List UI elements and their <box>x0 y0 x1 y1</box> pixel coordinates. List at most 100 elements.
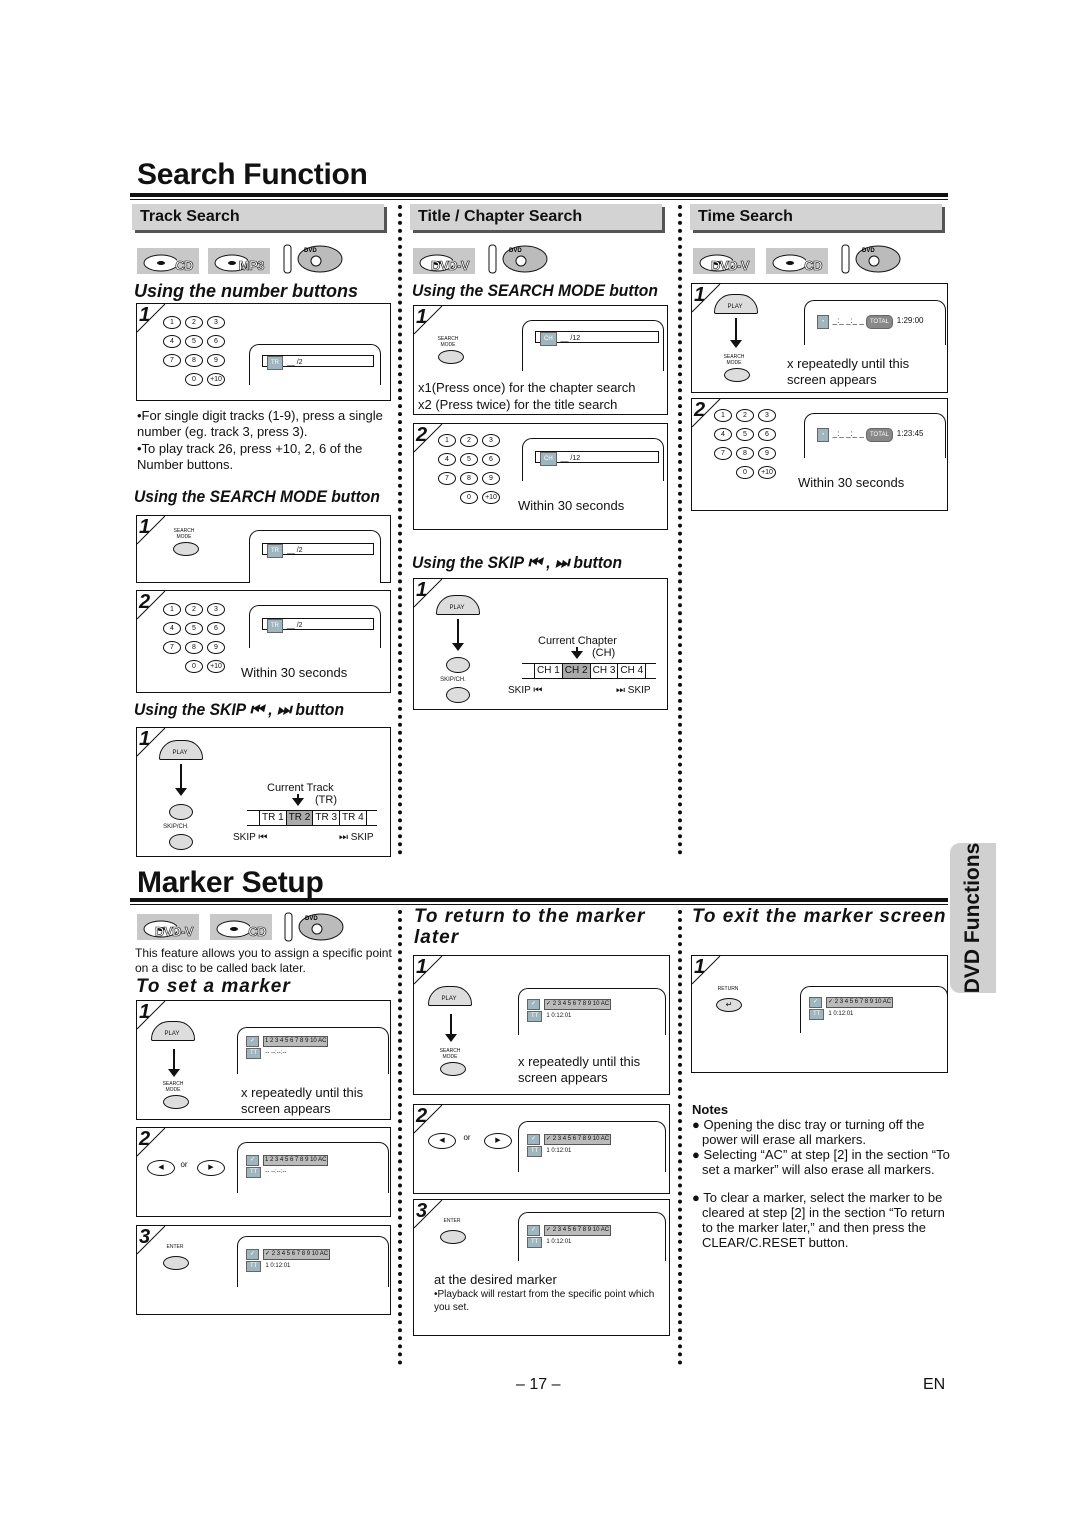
tv-screen: ◔ _:_ _:_ _ TOTAL 1:23:45 <box>804 413 946 458</box>
number-key-9[interactable]: 9 <box>758 447 776 460</box>
skip-label: SKIP/CH. <box>440 677 466 683</box>
number-key-5[interactable]: 5 <box>736 428 754 441</box>
step-box: 3 ENTER ✓ ✓ 2 3 4 5 6 7 8 9 10 AC TT 1 0:1… <box>413 1199 670 1336</box>
number-key-7[interactable]: 7 <box>714 447 732 460</box>
step-number: 1 <box>139 728 151 750</box>
page-title: Search Function <box>137 158 368 191</box>
search-mode-button[interactable] <box>440 1062 466 1076</box>
instruction-line: x2 (Press twice) for the title search <box>418 397 618 412</box>
number-key-8[interactable]: 8 <box>460 472 478 485</box>
tv-screen: CH __ /12 <box>522 320 664 371</box>
number-key-3[interactable]: 3 <box>207 316 225 329</box>
number-key-1[interactable]: 1 <box>163 316 181 329</box>
play-label: PLAY <box>727 304 743 310</box>
skip-next-button[interactable] <box>446 657 470 673</box>
number-key-1[interactable]: 1 <box>714 409 732 422</box>
arrow-down-icon <box>168 1049 180 1077</box>
number-key-plus10[interactable]: +10 <box>482 491 500 504</box>
number-key-7[interactable]: 7 <box>163 641 181 654</box>
number-key-5[interactable]: 5 <box>460 453 478 466</box>
tv-screen: TR __ /2 <box>249 530 381 583</box>
number-key-3[interactable]: 3 <box>758 409 776 422</box>
number-key-4[interactable]: 4 <box>163 335 181 348</box>
skip-back-label: SKIP ⏮ <box>233 832 268 843</box>
search-mode-label: SEARCH MODE <box>162 1081 184 1093</box>
number-key-8[interactable]: 8 <box>185 641 203 654</box>
number-key-1[interactable]: 1 <box>163 603 181 616</box>
strip-cell: CH 4 <box>618 664 647 678</box>
title-rule-thin <box>130 199 948 200</box>
arrow-down-icon <box>292 794 304 806</box>
number-key-9[interactable]: 9 <box>207 354 225 367</box>
play-label: PLAY <box>441 996 457 1002</box>
enter-label: ENTER <box>166 1244 184 1250</box>
skip-next-button[interactable] <box>169 804 193 820</box>
skip-prev-button[interactable] <box>446 687 470 703</box>
column-divider <box>678 205 682 855</box>
enter-button[interactable] <box>440 1230 466 1244</box>
number-key-6[interactable]: 6 <box>207 622 225 635</box>
return-button[interactable]: ↵ <box>716 998 742 1012</box>
subsection-title: Using the SEARCH MODE button <box>134 487 380 506</box>
number-key-6[interactable]: 6 <box>482 453 500 466</box>
left-arrow-button[interactable]: ◀ <box>428 1133 456 1149</box>
number-key-7[interactable]: 7 <box>438 472 456 485</box>
step-box: 2 1 2 3 4 5 6 7 8 9 0 +10 TR __ /2 Within 30 second… <box>136 590 391 693</box>
chapter-strip: CH 1 CH 2 CH 3 CH 4 <box>522 663 657 679</box>
caption: x repeatedly until this screen appears <box>787 356 910 387</box>
search-mode-button[interactable] <box>163 1095 189 1109</box>
number-key-7[interactable]: 7 <box>163 354 181 367</box>
right-arrow-button[interactable]: ▶ <box>197 1160 225 1176</box>
number-key-4[interactable]: 4 <box>163 622 181 635</box>
step-number: 3 <box>416 1200 428 1222</box>
caption: Within 30 seconds <box>241 665 348 680</box>
number-key-5[interactable]: 5 <box>185 335 203 348</box>
number-key-6[interactable]: 6 <box>207 335 225 348</box>
clock-icon: ◔ <box>817 315 829 329</box>
number-key-plus10[interactable]: +10 <box>207 373 225 386</box>
number-key-9[interactable]: 9 <box>207 641 225 654</box>
strip-cell: TR 1 <box>259 811 287 825</box>
right-arrow-button[interactable]: ▶ <box>484 1133 512 1149</box>
number-key-4[interactable]: 4 <box>438 453 456 466</box>
number-key-0[interactable]: 0 <box>185 373 203 386</box>
search-mode-button[interactable] <box>438 350 464 364</box>
number-key-5[interactable]: 5 <box>185 622 203 635</box>
number-key-9[interactable]: 9 <box>482 472 500 485</box>
left-arrow-button[interactable]: ◀ <box>147 1160 175 1176</box>
note-item: ● Opening the disc tray or turning off t… <box>692 1117 925 1147</box>
play-label: PLAY <box>449 605 465 611</box>
subsection-title: Using the number buttons <box>134 281 358 301</box>
number-key-8[interactable]: 8 <box>185 354 203 367</box>
number-key-2[interactable]: 2 <box>736 409 754 422</box>
column-divider <box>398 205 402 855</box>
step-box: 3 ENTER ✓ ✓ 2 3 4 5 6 7 8 9 10 AC TT 1 0:1… <box>136 1225 391 1315</box>
mp3-badge: MP3 <box>208 248 270 274</box>
number-key-plus10[interactable]: +10 <box>207 660 225 673</box>
dvd-v-badge: DVD-V <box>693 248 755 274</box>
number-key-8[interactable]: 8 <box>736 447 754 460</box>
search-mode-button[interactable] <box>173 542 199 556</box>
number-key-2[interactable]: 2 <box>185 316 203 329</box>
column-divider <box>678 910 682 1365</box>
title-time-bar: TT 1 0:12:01 <box>527 1011 571 1022</box>
title-time-bar: TT -- --:--:-- <box>246 1048 286 1059</box>
number-key-3[interactable]: 3 <box>207 603 225 616</box>
enter-button[interactable] <box>163 1256 189 1270</box>
number-key-2[interactable]: 2 <box>460 434 478 447</box>
number-key-0[interactable]: 0 <box>185 660 203 673</box>
number-key-6[interactable]: 6 <box>758 428 776 441</box>
step-number: 3 <box>139 1226 151 1248</box>
number-key-4[interactable]: 4 <box>714 428 732 441</box>
number-key-1[interactable]: 1 <box>438 434 456 447</box>
search-mode-button[interactable] <box>724 368 750 382</box>
svg-text:DVD: DVD <box>862 248 875 254</box>
play-label: PLAY <box>172 750 188 756</box>
number-key-2[interactable]: 2 <box>185 603 203 616</box>
step-box: 1 PLAY SEARCH MODE ✓ ✓ 2 3 4 5 6 7 8 9 10… <box>413 955 670 1095</box>
number-key-plus10[interactable]: +10 <box>758 466 776 479</box>
number-key-0[interactable]: 0 <box>736 466 754 479</box>
skip-prev-button[interactable] <box>169 834 193 850</box>
number-key-0[interactable]: 0 <box>460 491 478 504</box>
number-key-3[interactable]: 3 <box>482 434 500 447</box>
